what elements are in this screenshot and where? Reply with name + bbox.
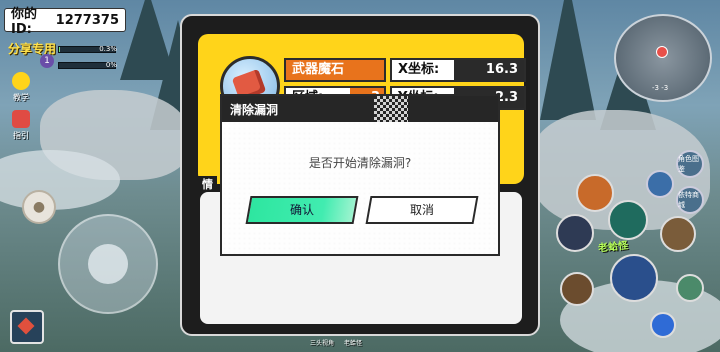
info-tab[interactable]: 情 — [198, 176, 217, 192]
bottom-tags: 三头视角 老蛤怪 — [310, 338, 362, 347]
dodge-skill-icon[interactable] — [560, 272, 594, 306]
progress-bar-1-text: 0.3% — [99, 45, 117, 53]
backpack-icon: ● — [32, 199, 46, 215]
shop-label: 依特商城 — [678, 191, 699, 209]
cancel-button[interactable]: 取消 — [365, 196, 479, 224]
bottom-tag: 三头视角 — [310, 340, 335, 347]
player-id-box: 你的ID: 1277375 — [4, 7, 126, 37]
teach-button[interactable]: 教学 — [6, 72, 36, 103]
wind-skill-icon[interactable] — [608, 200, 648, 240]
menu-diamond-button[interactable] — [10, 310, 44, 344]
notes-button[interactable]: 指引 — [6, 110, 36, 141]
character-codex-label: 角色图鉴 — [678, 155, 699, 173]
minimap-coords: -3 -3 — [652, 84, 669, 92]
x-coordinate-value: 16.3 — [454, 60, 524, 80]
bottom-tag: 老蛤怪 — [344, 340, 363, 347]
notes-label: 指引 — [13, 131, 29, 140]
joystick-knob[interactable] — [88, 244, 128, 284]
x-coordinate-label: X坐标: — [398, 62, 440, 77]
shop-button[interactable]: 依特商城 — [676, 186, 704, 214]
boss-name-label: 老蛤怪 — [597, 240, 629, 255]
character-codex-button[interactable]: 角色图鉴 — [676, 150, 704, 178]
player-marker-icon — [656, 46, 668, 58]
confirm-button-label: 确认 — [289, 203, 314, 217]
dialog-title: 清除漏洞 — [230, 103, 279, 117]
progress-bar-2: 0% — [58, 61, 117, 69]
confirm-button[interactable]: 确认 — [245, 196, 359, 224]
x-coordinate-field: X坐标: 16.3 — [390, 58, 526, 82]
book-icon — [12, 110, 30, 128]
ultimate-skill-icon[interactable] — [610, 254, 658, 302]
confirm-dialog: 清除漏洞 是否开始清除漏洞? 确认 取消 — [220, 94, 500, 256]
skill-orb-icon[interactable] — [646, 170, 674, 198]
progress-bar-1: 0.3% — [58, 45, 117, 53]
checker-pattern — [374, 96, 408, 122]
pine-tree — [540, 0, 596, 120]
item-name: 武器魔石 — [284, 58, 386, 82]
player-id-label: 你的ID: — [11, 7, 38, 37]
item-skill-icon[interactable] — [650, 312, 676, 338]
teach-label: 教学 — [13, 93, 29, 102]
virtual-joystick[interactable] — [58, 214, 158, 314]
target-skill-icon[interactable] — [676, 274, 704, 302]
status-bars: 0.3% 0% — [58, 45, 117, 78]
claw-skill-icon[interactable] — [660, 216, 696, 252]
snow-patch — [0, 150, 120, 210]
dialog-body — [222, 122, 498, 254]
dialog-question: 是否开始清除漏洞? — [308, 156, 412, 170]
cancel-button-label: 取消 — [409, 203, 434, 217]
dialog-header: 清除漏洞 — [222, 96, 498, 122]
attack-skill-icon[interactable] — [576, 174, 614, 212]
blade-skill-icon[interactable] — [556, 214, 594, 252]
lightbulb-icon — [12, 72, 30, 90]
player-id-value: 1277375 — [55, 12, 119, 28]
progress-bar-2-text: 0% — [105, 61, 117, 69]
backpack-button[interactable]: ● — [22, 190, 56, 224]
level-badge: 1 — [40, 54, 54, 68]
